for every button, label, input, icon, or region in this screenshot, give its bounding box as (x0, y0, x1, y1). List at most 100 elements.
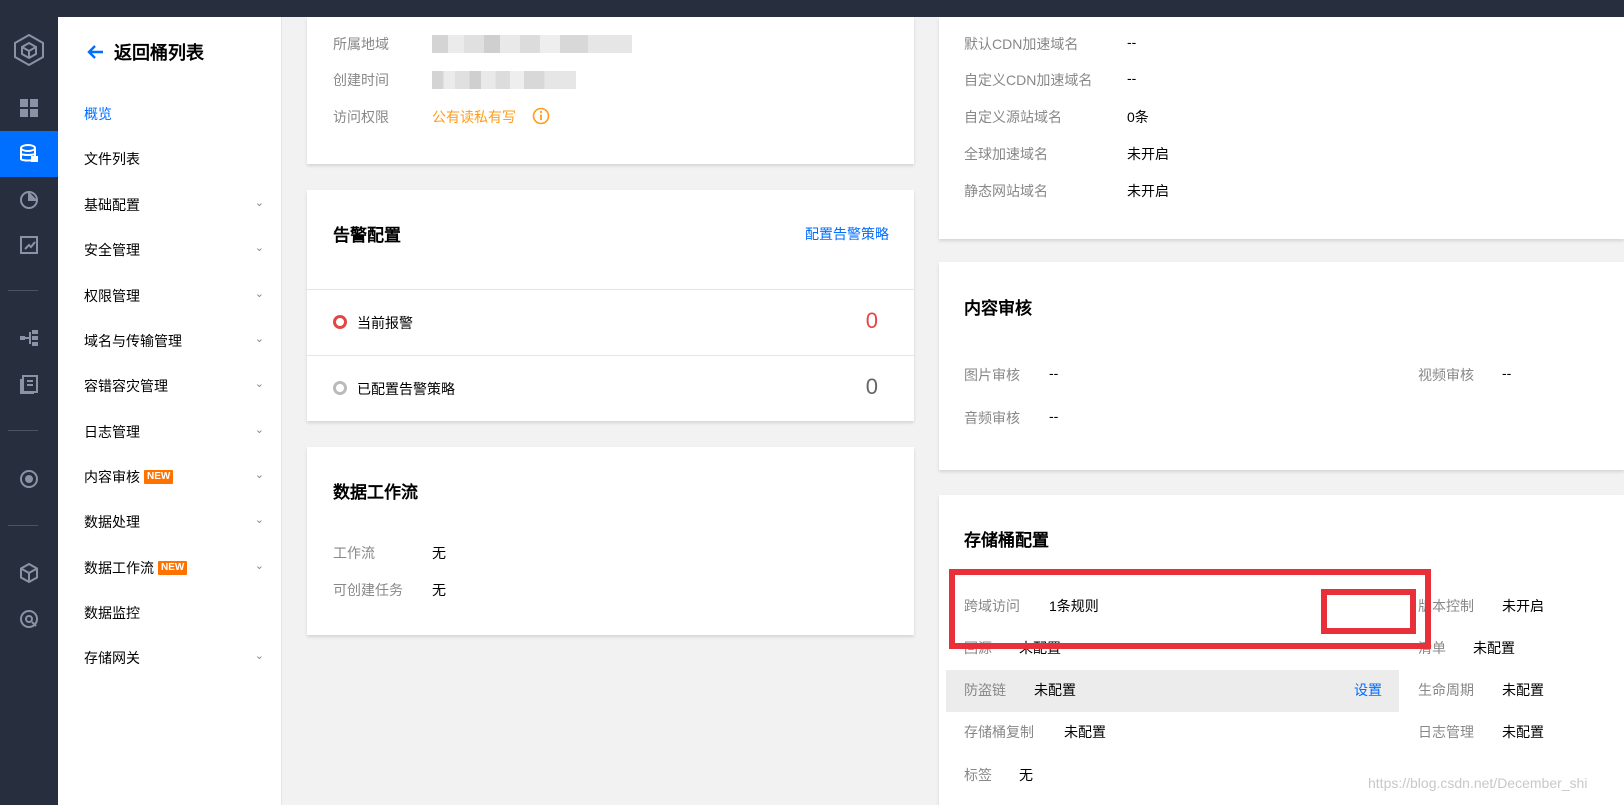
config-alarm-policy-link[interactable]: 配置告警策略 (805, 224, 889, 244)
pie-chart-icon[interactable] (0, 177, 58, 223)
annotation-inner-box (1321, 589, 1416, 634)
dashboard-icon[interactable] (0, 85, 58, 131)
region-value-redacted (432, 35, 632, 53)
created-label: 创建时间 (333, 72, 389, 88)
workflow-label: 工作流 (333, 545, 375, 561)
task-value: 无 (432, 582, 446, 598)
hotlink-value: 未配置 (1034, 682, 1076, 698)
audio-audit-value: -- (1049, 408, 1059, 424)
access-label: 访问权限 (333, 109, 389, 125)
current-alarm-label: 当前报警 (357, 315, 413, 331)
divider (307, 355, 914, 356)
chevron-down-icon: ⌄ (254, 242, 264, 254)
arrow-left-icon (87, 45, 103, 59)
versioning-value: 未开启 (1502, 598, 1544, 614)
sidebar-item-fault-tolerance[interactable]: 容错容灾管理 ⌄ (84, 375, 264, 397)
default-cdn-value: -- (1127, 34, 1137, 50)
target-icon[interactable] (0, 456, 58, 502)
storage-icon[interactable] (0, 131, 58, 177)
global-accel-label: 全球加速域名 (964, 146, 1048, 162)
configured-policy-count[interactable]: 0 (866, 374, 878, 400)
chevron-down-icon: ⌄ (254, 514, 264, 526)
replication-value: 未配置 (1064, 724, 1106, 740)
rail-divider (8, 290, 38, 291)
task-label: 可创建任务 (333, 582, 403, 598)
alarm-ring-icon (333, 315, 347, 329)
rail-divider (8, 525, 38, 526)
logging-label: 日志管理 (1418, 724, 1474, 740)
sidebar-item-permissions[interactable]: 权限管理 ⌄ (84, 285, 264, 307)
chevron-down-icon: ⌄ (254, 378, 264, 390)
document-icon[interactable] (0, 361, 58, 407)
sidebar-item-security[interactable]: 安全管理 ⌄ (84, 239, 264, 261)
audit-title: 内容审核 (964, 299, 1032, 318)
bucket-sidebar: 返回桶列表 概览 文件列表 基础配置 ⌄ 安全管理 ⌄ 权限管理 ⌄ 域名与传输管理 ⌄… (58, 17, 282, 805)
image-audit-value: -- (1049, 365, 1059, 381)
configured-policy-label: 已配置告警策略 (357, 381, 455, 397)
custom-origin-label: 自定义源站域名 (964, 109, 1062, 125)
sidebar-item-basic-config[interactable]: 基础配置 ⌄ (84, 194, 264, 216)
chevron-down-icon: ⌄ (254, 333, 264, 345)
lifecycle-label: 生命周期 (1418, 682, 1474, 698)
domain-card: 默认CDN加速域名 -- 自定义CDN加速域名 -- 自定义源站域名 0条 全球… (939, 17, 1624, 239)
created-value-redacted (432, 71, 576, 89)
box-icon[interactable] (0, 550, 58, 596)
hotlink-row-hover[interactable] (946, 670, 1399, 712)
globe-icon[interactable] (0, 596, 58, 642)
bucket-config-card: 存储桶配置 跨域访问 1条规则 版本控制 未开启 回源 未配置 清单 未配置 防… (939, 495, 1624, 805)
icon-rail (0, 17, 58, 805)
logging-value: 未配置 (1502, 724, 1544, 740)
image-audit-label: 图片审核 (964, 367, 1020, 383)
sidebar-item-logging[interactable]: 日志管理 ⌄ (84, 421, 264, 443)
basic-info-card: 所属地域 创建时间 访问权限 公有读私有写 (307, 17, 914, 164)
video-audit-value: -- (1502, 365, 1512, 381)
bucket-config-title: 存储桶配置 (964, 531, 1049, 550)
new-badge: NEW (158, 561, 188, 575)
access-value: 公有读私有写 (432, 109, 516, 125)
divider (307, 289, 914, 290)
current-alarm-count[interactable]: 0 (866, 308, 878, 334)
hotlink-setup-link[interactable]: 设置 (1354, 680, 1382, 700)
custom-cdn-value: -- (1127, 70, 1137, 86)
custom-cdn-label: 自定义CDN加速域名 (964, 72, 1093, 88)
replication-label: 存储桶复制 (964, 724, 1034, 740)
info-icon[interactable] (532, 107, 550, 125)
default-cdn-label: 默认CDN加速域名 (964, 36, 1079, 52)
sidebar-item-data-workflow[interactable]: 数据工作流 NEW ⌄ (84, 557, 264, 579)
sidebar-item-storage-gateway[interactable]: 存储网关 ⌄ (84, 647, 264, 669)
sidebar-item-domain[interactable]: 域名与传输管理 ⌄ (84, 330, 264, 352)
back-to-bucket-list[interactable]: 返回桶列表 (86, 39, 204, 65)
sidebar-item-data-monitoring[interactable]: 数据监控 (84, 602, 264, 624)
workflow-icon[interactable] (0, 315, 58, 361)
workflow-title: 数据工作流 (333, 483, 418, 502)
sidebar-item-content-audit[interactable]: 内容审核 NEW ⌄ (84, 466, 264, 488)
back-label: 返回桶列表 (114, 43, 204, 63)
sidebar-item-file-list[interactable]: 文件列表 (84, 148, 264, 170)
hotlink-label: 防盗链 (964, 682, 1006, 698)
chevron-down-icon: ⌄ (254, 424, 264, 436)
chevron-down-icon: ⌄ (254, 650, 264, 662)
chevron-down-icon: ⌄ (254, 560, 264, 572)
global-accel-value: 未开启 (1127, 146, 1169, 162)
tags-value: 无 (1019, 767, 1033, 783)
new-badge: NEW (144, 470, 174, 484)
alarm-card: 告警配置 配置告警策略 当前报警 0 已配置告警策略 0 (307, 190, 914, 421)
rail-divider (8, 430, 38, 431)
chevron-down-icon: ⌄ (254, 288, 264, 300)
audio-audit-label: 音频审核 (964, 410, 1020, 426)
top-bar (0, 0, 1624, 17)
video-audit-label: 视频审核 (1418, 367, 1474, 383)
static-site-value: 未开启 (1127, 183, 1169, 199)
sidebar-item-data-processing[interactable]: 数据处理 ⌄ (84, 511, 264, 533)
report-icon[interactable] (0, 222, 58, 268)
chevron-down-icon: ⌄ (254, 197, 264, 209)
custom-origin-value[interactable]: 0条 (1127, 107, 1149, 127)
sidebar-item-overview[interactable]: 概览 (84, 103, 264, 125)
tags-label: 标签 (964, 767, 992, 783)
lifecycle-value: 未配置 (1502, 682, 1544, 698)
content-audit-card: 内容审核 图片审核 -- 视频审核 -- 音频审核 -- (939, 262, 1624, 470)
workflow-value: 无 (432, 545, 446, 561)
chevron-down-icon: ⌄ (254, 469, 264, 481)
policy-ring-icon (333, 381, 347, 395)
cube-logo-icon[interactable] (0, 25, 58, 75)
